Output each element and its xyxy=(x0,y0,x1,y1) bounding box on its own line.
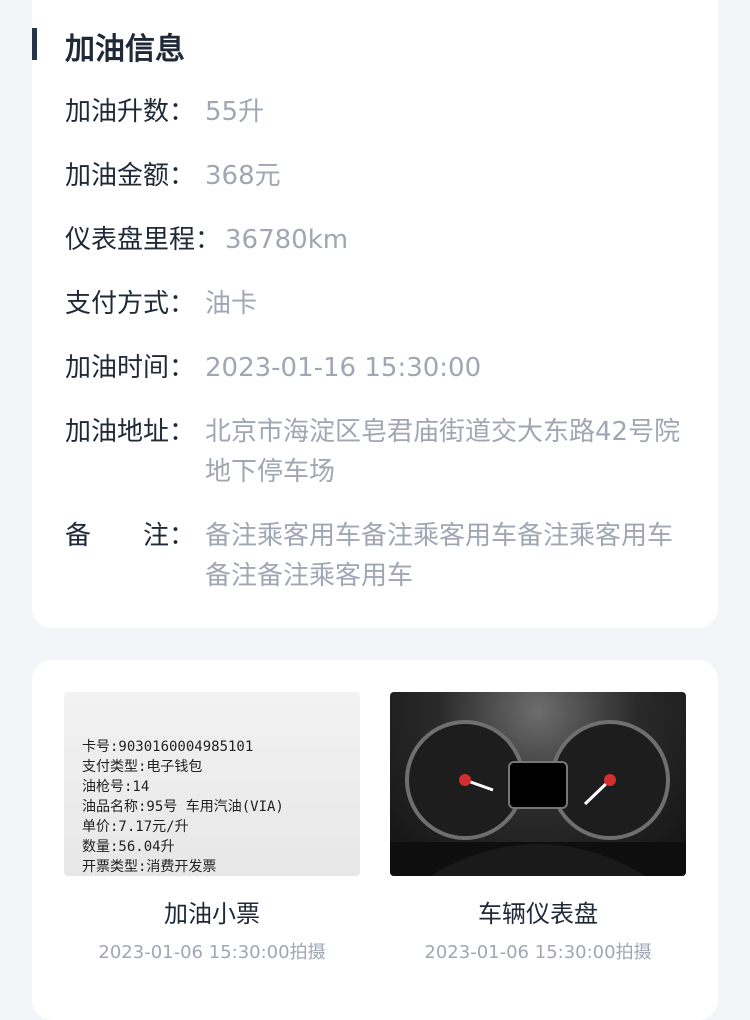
label-fuel-address: 加油地址： xyxy=(65,417,196,447)
value-fuel-liters: 55升 xyxy=(205,97,265,127)
receipt-photo[interactable]: 卡号:9030160004985101 支付类型:电子钱包 油枪号:14 油品名… xyxy=(64,692,360,876)
title-accent-bar xyxy=(32,28,37,60)
dashboard-photo[interactable] xyxy=(390,692,686,876)
value-payment-method: 油卡 xyxy=(205,289,258,319)
label-mileage: 仪表盘里程： xyxy=(65,225,222,255)
label-fuel-amount: 加油金额： xyxy=(65,161,196,191)
dashboard-caption: 车辆仪表盘 xyxy=(478,900,598,928)
row-remark: 备 注： 备注乘客用车备注乘客用车备注乘客用车备注备注乘客用车 xyxy=(65,516,688,596)
label-fuel-time: 加油时间： xyxy=(65,353,196,383)
receipt-text: 卡号:9030160004985101 支付类型:电子钱包 油枪号:14 油品名… xyxy=(82,739,284,875)
value-remark: 备注乘客用车备注乘客用车备注乘客用车备注备注乘客用车 xyxy=(205,521,674,591)
photo-card: 卡号:9030160004985101 支付类型:电子钱包 油枪号:14 油品名… xyxy=(32,660,718,1020)
dashboard-time: 2023-01-06 15:30:00拍摄 xyxy=(424,942,652,963)
fuel-info-card: 加油信息 加油升数： 55升 加油金额： 368元 仪表盘里程： 36780km… xyxy=(32,0,718,628)
value-fuel-amount: 368元 xyxy=(205,161,281,191)
value-fuel-address: 北京市海淀区皂君庙街道交大东路42号院地下停车场 xyxy=(205,417,681,487)
label-fuel-liters: 加油升数： xyxy=(65,97,196,127)
label-payment-method: 支付方式： xyxy=(65,289,196,319)
receipt-caption: 加油小票 xyxy=(164,900,260,928)
row-fuel-address: 加油地址： 北京市海淀区皂君庙街道交大东路42号院地下停车场 xyxy=(65,412,688,492)
value-fuel-time: 2023-01-16 15:30:00 xyxy=(205,353,482,383)
label-remark: 备 注： xyxy=(65,521,196,551)
receipt-time: 2023-01-06 15:30:00拍摄 xyxy=(98,942,326,963)
section-title: 加油信息 xyxy=(65,32,185,67)
dashboard-illustration xyxy=(390,720,686,876)
value-mileage: 36780km xyxy=(225,225,349,255)
